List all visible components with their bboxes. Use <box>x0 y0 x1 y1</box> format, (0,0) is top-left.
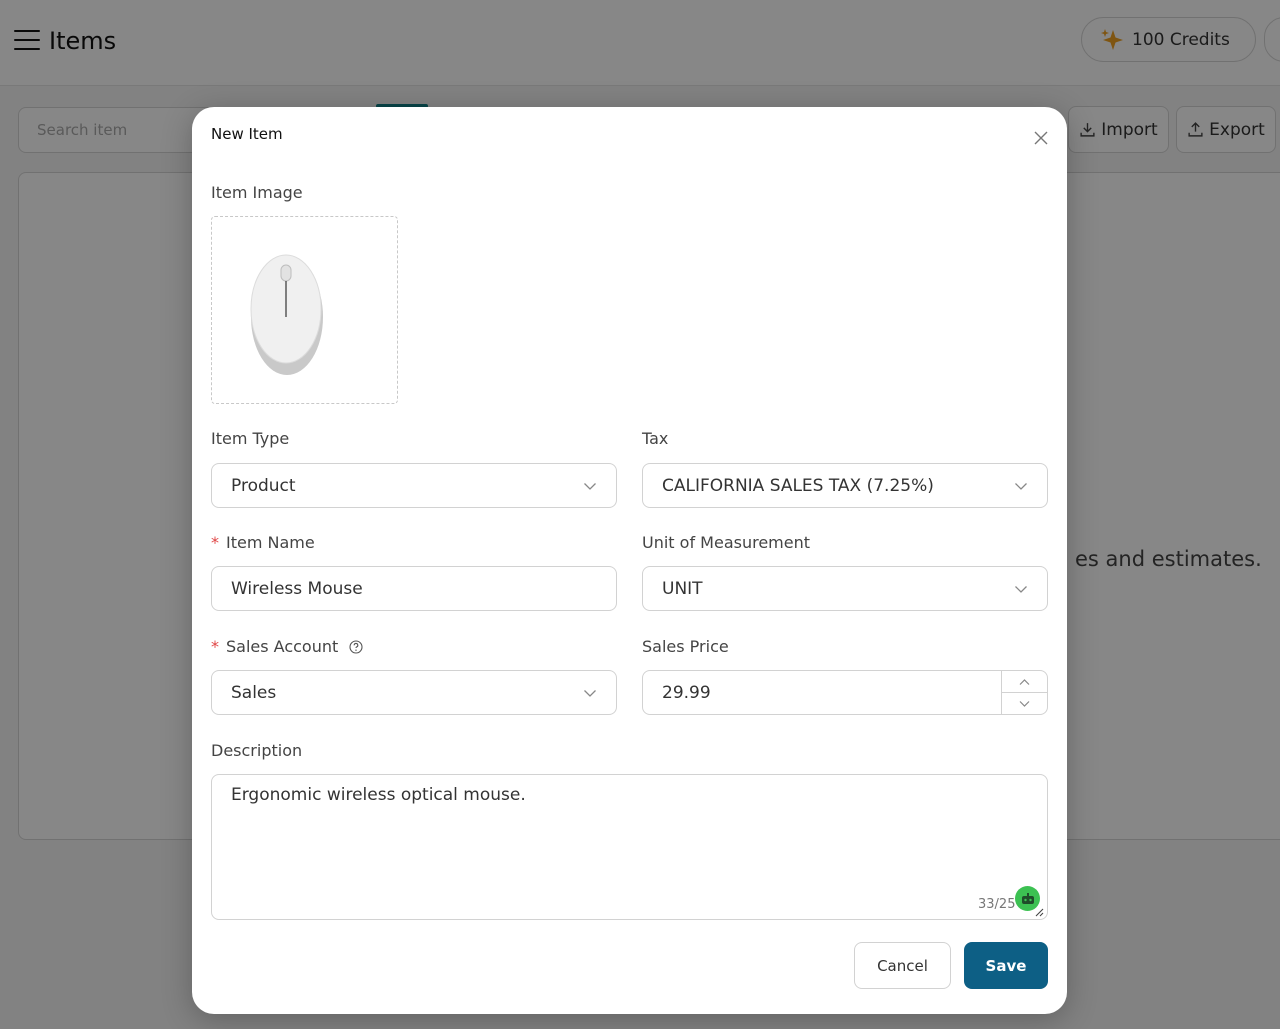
chevron-down-icon <box>1015 585 1027 593</box>
tax-value: CALIFORNIA SALES TAX (7.25%) <box>662 475 934 496</box>
unit-select[interactable]: UNIT <box>642 566 1048 611</box>
tax-select[interactable]: CALIFORNIA SALES TAX (7.25%) <box>642 463 1048 508</box>
item-name-input[interactable]: Wireless Mouse <box>211 566 617 611</box>
help-icon[interactable] <box>349 640 363 654</box>
item-type-select[interactable]: Product <box>211 463 617 508</box>
resize-handle-icon[interactable] <box>1035 908 1044 917</box>
item-name-label-text: Item Name <box>226 533 315 552</box>
item-type-value: Product <box>231 475 296 496</box>
dialog-title: New Item <box>211 125 283 143</box>
description-value: Ergonomic wireless optical mouse. <box>231 785 526 805</box>
chevron-down-icon <box>584 689 596 697</box>
tax-label: Tax <box>642 429 669 448</box>
sales-account-label: * Sales Account <box>211 637 363 656</box>
item-name-label: * Item Name <box>211 533 315 552</box>
new-item-dialog: New Item Item Image Item Type Product Ta… <box>192 107 1067 1014</box>
sales-price-input[interactable]: 29.99 <box>642 670 1048 715</box>
sales-account-value: Sales <box>231 682 277 703</box>
increment-button[interactable] <box>1002 671 1047 692</box>
unit-value: UNIT <box>662 578 703 599</box>
description-textarea[interactable]: Ergonomic wireless optical mouse. 33/25 <box>211 774 1048 920</box>
item-name-value: Wireless Mouse <box>231 578 363 599</box>
price-stepper <box>1001 671 1047 714</box>
character-counter: 33/25 <box>978 897 1016 912</box>
item-image-upload[interactable] <box>211 216 398 404</box>
chevron-up-icon <box>1019 678 1030 685</box>
sales-price-label: Sales Price <box>642 637 729 656</box>
close-icon[interactable] <box>1032 129 1050 147</box>
cancel-button[interactable]: Cancel <box>854 942 951 989</box>
sales-account-label-text: Sales Account <box>226 637 339 656</box>
unit-label: Unit of Measurement <box>642 533 811 552</box>
item-type-label: Item Type <box>211 429 290 448</box>
chevron-down-icon <box>1015 482 1027 490</box>
required-marker: * <box>211 637 219 656</box>
sales-price-value: 29.99 <box>662 682 711 703</box>
required-marker: * <box>211 533 219 552</box>
product-image <box>250 254 323 375</box>
decrement-button[interactable] <box>1002 692 1047 714</box>
save-button[interactable]: Save <box>964 942 1048 989</box>
chevron-down-icon <box>584 482 596 490</box>
chevron-down-icon <box>1019 700 1030 707</box>
description-label: Description <box>211 741 303 760</box>
item-image-label: Item Image <box>211 183 303 202</box>
sales-account-select[interactable]: Sales <box>211 670 617 715</box>
